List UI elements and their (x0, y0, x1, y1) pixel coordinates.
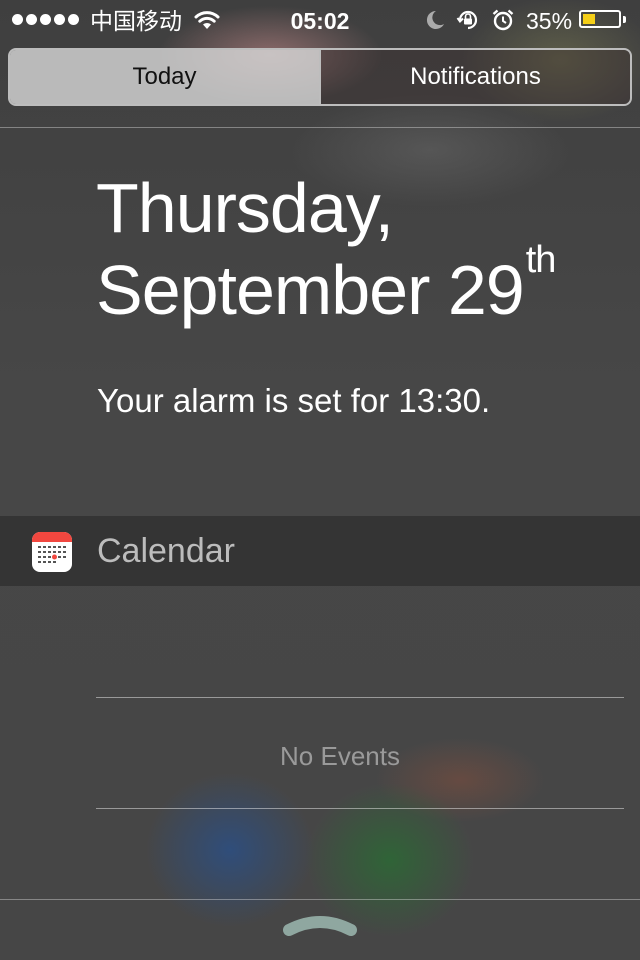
blurred-background (0, 0, 640, 960)
today-notifications-segmented-control: Today Notifications (8, 48, 632, 106)
weekday-heading: Thursday, (96, 169, 394, 247)
grabber-handle-icon[interactable] (282, 914, 358, 940)
alarm-summary: Your alarm is set for 13:30. (97, 382, 491, 419)
battery-icon (579, 10, 621, 28)
battery-level (583, 14, 595, 24)
moon-icon (426, 10, 444, 29)
battery-percentage: 35% (526, 8, 573, 34)
ordinal-suffix: th (525, 239, 557, 281)
calendar-widget-header[interactable]: Calendar (0, 516, 640, 586)
alarm-icon (492, 9, 514, 31)
calendar-app-icon (32, 532, 72, 572)
battery-tip (623, 16, 626, 23)
events-divider-top (96, 697, 624, 698)
tab-today[interactable]: Today (10, 50, 321, 104)
status-bar: 中国移动 05:02 35% (0, 0, 640, 40)
tab-notifications[interactable]: Notifications (321, 50, 630, 104)
calendar-grid-icon (38, 546, 66, 563)
month-day: September 29 (96, 251, 525, 329)
calendar-icon-header (32, 532, 72, 542)
events-divider-bottom (96, 808, 624, 809)
calendar-widget-title: Calendar (97, 532, 235, 570)
divider (0, 899, 640, 900)
rotation-lock-icon (456, 10, 478, 30)
date-heading: September 29th (96, 240, 556, 330)
divider (0, 127, 640, 128)
no-events-label: No Events (280, 741, 400, 771)
